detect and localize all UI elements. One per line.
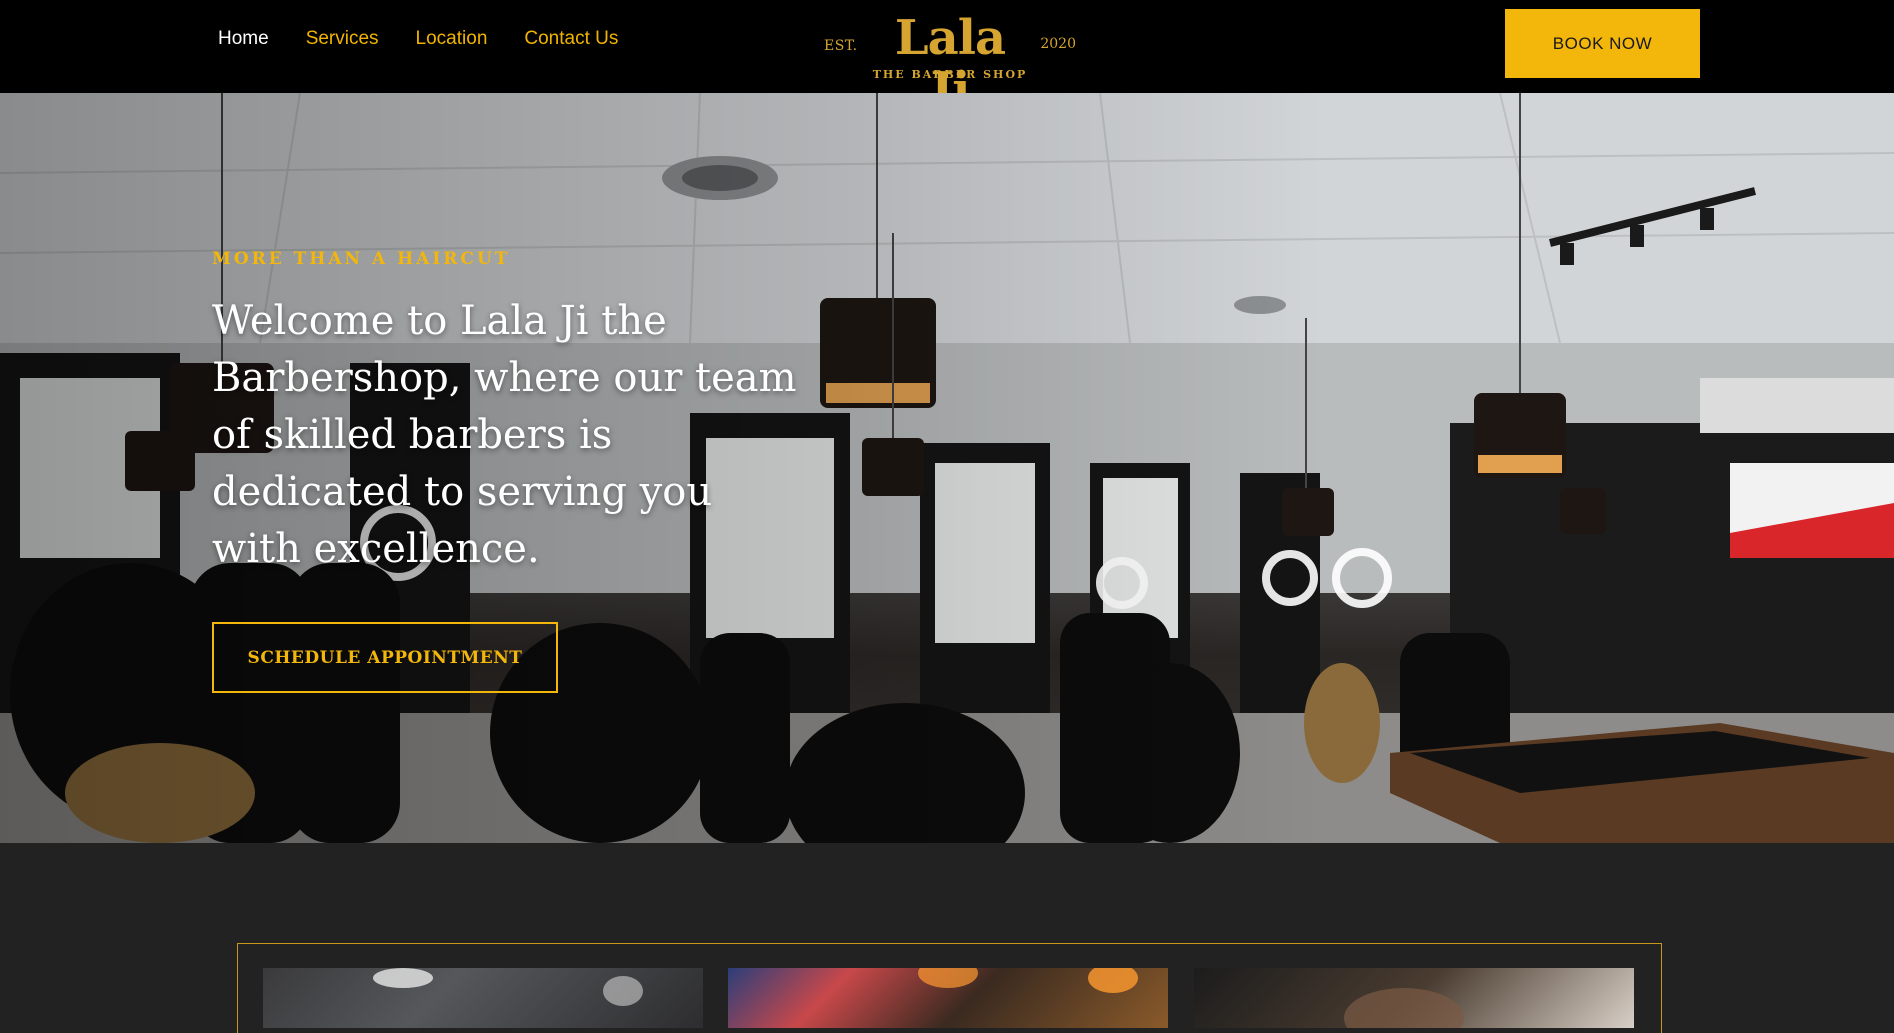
- schedule-appointment-button[interactable]: SCHEDULE APPOINTMENT: [212, 622, 558, 693]
- services-preview-section: [0, 843, 1894, 1033]
- main-nav: Home Services Location Contact Us: [218, 28, 618, 50]
- nav-item-contact-us[interactable]: Contact Us: [524, 28, 618, 50]
- hero-section: MORE THAN A HAIRCUT Welcome to Lala Ji t…: [0, 93, 1894, 843]
- preview-card-3-image[interactable]: [1194, 968, 1634, 1028]
- nav-item-services[interactable]: Services: [306, 28, 379, 50]
- hero-kicker: MORE THAN A HAIRCUT: [212, 249, 511, 269]
- preview-card-2-image[interactable]: [728, 968, 1168, 1028]
- site-logo[interactable]: EST. Lala Ji 2020 THE BARBER SHOP: [820, 12, 1080, 116]
- nav-item-home[interactable]: Home: [218, 28, 269, 50]
- logo-est-text: EST.: [824, 38, 858, 54]
- logo-year-text: 2020: [1040, 36, 1076, 52]
- logo-tagline: THE BARBER SHOP: [872, 68, 1028, 81]
- hero-title: Welcome to Lala Ji the Barbershop, where…: [212, 298, 797, 572]
- book-now-button[interactable]: BOOK NOW: [1505, 9, 1700, 78]
- preview-card-1-image[interactable]: [263, 968, 703, 1028]
- site-header: Home Services Location Contact Us EST. L…: [0, 0, 1894, 116]
- nav-item-location[interactable]: Location: [416, 28, 488, 50]
